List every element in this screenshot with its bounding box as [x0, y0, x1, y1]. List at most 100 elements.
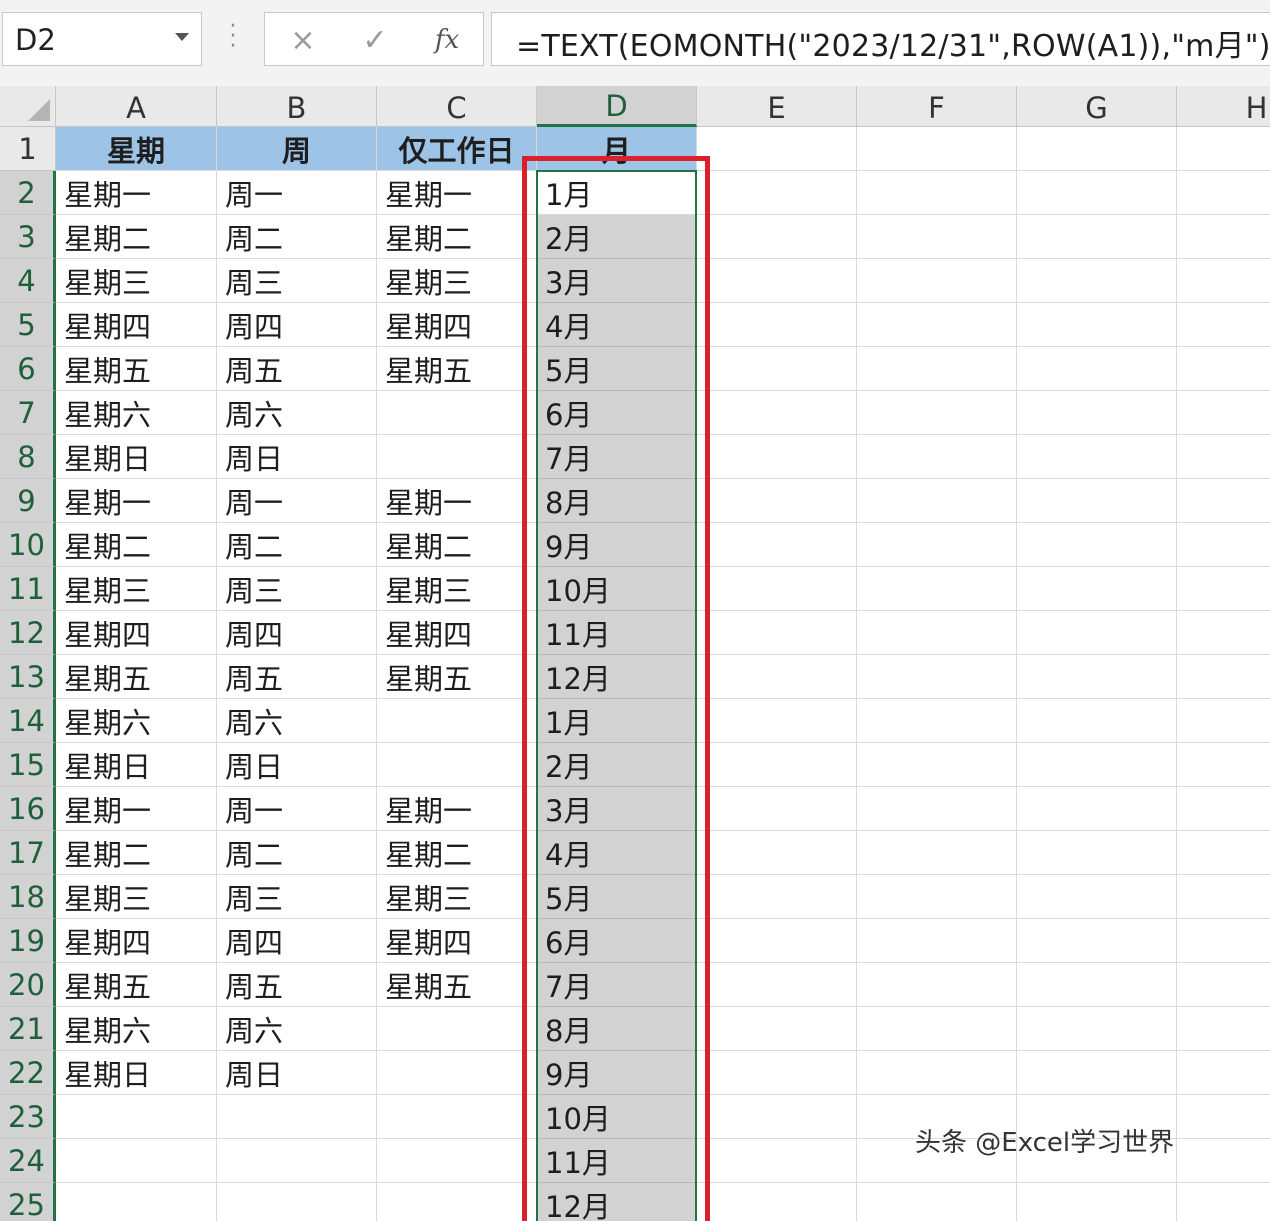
table-cell[interactable]: 周二	[217, 831, 377, 875]
table-cell[interactable]	[1017, 743, 1177, 787]
table-cell[interactable]	[377, 1183, 537, 1221]
table-cell[interactable]	[697, 831, 857, 875]
table-cell[interactable]: 周一	[217, 787, 377, 831]
table-cell[interactable]: 周一	[217, 171, 377, 215]
table-cell[interactable]: 周四	[217, 303, 377, 347]
table-cell[interactable]	[857, 743, 1017, 787]
table-cell[interactable]	[1017, 127, 1177, 171]
table-cell[interactable]: 星期三	[377, 259, 537, 303]
table-cell[interactable]: 12月	[537, 1183, 697, 1221]
table-cell[interactable]	[857, 655, 1017, 699]
table-cell[interactable]: 周五	[217, 347, 377, 391]
table-cell[interactable]: 星期四	[56, 611, 217, 655]
row-header-6[interactable]: 6	[0, 347, 56, 391]
table-cell[interactable]	[697, 347, 857, 391]
table-cell[interactable]	[697, 1183, 857, 1221]
row-header-15[interactable]: 15	[0, 743, 56, 787]
table-cell[interactable]: 1月	[537, 699, 697, 743]
table-cell[interactable]	[857, 479, 1017, 523]
table-cell[interactable]: 8月	[537, 1007, 697, 1051]
table-cell[interactable]: 星期五	[56, 347, 217, 391]
table-cell[interactable]	[857, 171, 1017, 215]
table-cell[interactable]	[697, 787, 857, 831]
table-cell[interactable]: 周三	[217, 567, 377, 611]
table-cell[interactable]	[1017, 1183, 1177, 1221]
column-header-c[interactable]: C	[377, 86, 537, 127]
table-cell[interactable]: 星期五	[377, 963, 537, 1007]
row-header-13[interactable]: 13	[0, 655, 56, 699]
row-header-22[interactable]: 22	[0, 1051, 56, 1095]
table-cell[interactable]: 星期五	[377, 655, 537, 699]
table-cell[interactable]	[1017, 215, 1177, 259]
table-cell[interactable]: 星期二	[377, 215, 537, 259]
column-header-d[interactable]: D	[537, 86, 697, 127]
table-cell[interactable]: 9月	[537, 523, 697, 567]
table-cell[interactable]	[857, 391, 1017, 435]
column-header-e[interactable]: E	[697, 86, 857, 127]
table-cell[interactable]	[1017, 567, 1177, 611]
table-cell[interactable]: 星期四	[377, 303, 537, 347]
row-header-11[interactable]: 11	[0, 567, 56, 611]
table-cell[interactable]: 周三	[217, 875, 377, 919]
cancel-icon[interactable]: ×	[283, 21, 323, 59]
table-cell[interactable]: 周二	[217, 215, 377, 259]
table-cell[interactable]: 7月	[537, 963, 697, 1007]
table-cell[interactable]: 星期一	[377, 787, 537, 831]
table-cell[interactable]: 周三	[217, 259, 377, 303]
table-cell[interactable]	[56, 1095, 217, 1139]
table-cell[interactable]	[857, 215, 1017, 259]
table-cell[interactable]: 3月	[537, 787, 697, 831]
table-cell[interactable]	[1017, 1051, 1177, 1095]
table-cell[interactable]: 星期二	[56, 215, 217, 259]
enter-icon[interactable]: ✓	[355, 21, 395, 59]
table-cell[interactable]: 星期一	[56, 479, 217, 523]
table-cell[interactable]	[1177, 215, 1270, 259]
name-box[interactable]: D2	[2, 12, 202, 66]
table-cell[interactable]	[56, 1139, 217, 1183]
row-header-25[interactable]: 25	[0, 1183, 56, 1221]
table-cell[interactable]	[697, 743, 857, 787]
column-header-a[interactable]: A	[56, 86, 217, 127]
table-cell[interactable]	[1177, 1095, 1270, 1139]
table-cell[interactable]	[377, 1139, 537, 1183]
table-cell[interactable]	[697, 391, 857, 435]
table-cell[interactable]: 星期一	[377, 171, 537, 215]
row-header-3[interactable]: 3	[0, 215, 56, 259]
table-cell[interactable]	[857, 1007, 1017, 1051]
table-cell[interactable]: 星期四	[56, 919, 217, 963]
table-cell[interactable]	[377, 435, 537, 479]
table-cell[interactable]	[1017, 479, 1177, 523]
table-cell[interactable]	[697, 699, 857, 743]
row-header-10[interactable]: 10	[0, 523, 56, 567]
table-cell[interactable]	[1017, 919, 1177, 963]
row-header-21[interactable]: 21	[0, 1007, 56, 1051]
table-cell[interactable]	[1177, 1183, 1270, 1221]
table-cell[interactable]: 星期日	[56, 1051, 217, 1095]
row-header-4[interactable]: 4	[0, 259, 56, 303]
row-header-8[interactable]: 8	[0, 435, 56, 479]
table-cell[interactable]	[697, 523, 857, 567]
table-cell[interactable]: 星期四	[377, 919, 537, 963]
table-cell[interactable]	[857, 259, 1017, 303]
table-cell[interactable]	[1177, 523, 1270, 567]
table-cell[interactable]: 12月	[537, 655, 697, 699]
table-cell[interactable]	[857, 875, 1017, 919]
table-cell[interactable]	[857, 963, 1017, 1007]
table-cell[interactable]: 7月	[537, 435, 697, 479]
table-cell[interactable]: 11月	[537, 611, 697, 655]
insert-function-icon[interactable]: fx	[427, 21, 467, 59]
table-cell[interactable]	[697, 1095, 857, 1139]
row-header-20[interactable]: 20	[0, 963, 56, 1007]
table-cell[interactable]	[1177, 919, 1270, 963]
table-cell[interactable]	[857, 435, 1017, 479]
table-cell[interactable]: 星期六	[56, 1007, 217, 1051]
table-cell[interactable]	[697, 215, 857, 259]
table-cell[interactable]	[857, 919, 1017, 963]
table-cell[interactable]	[1017, 391, 1177, 435]
table-cell[interactable]	[1177, 875, 1270, 919]
table-cell[interactable]	[377, 699, 537, 743]
row-header-12[interactable]: 12	[0, 611, 56, 655]
table-cell[interactable]: 星期日	[56, 435, 217, 479]
header-cell[interactable]: 仅工作日	[377, 127, 537, 171]
table-cell[interactable]	[1177, 699, 1270, 743]
